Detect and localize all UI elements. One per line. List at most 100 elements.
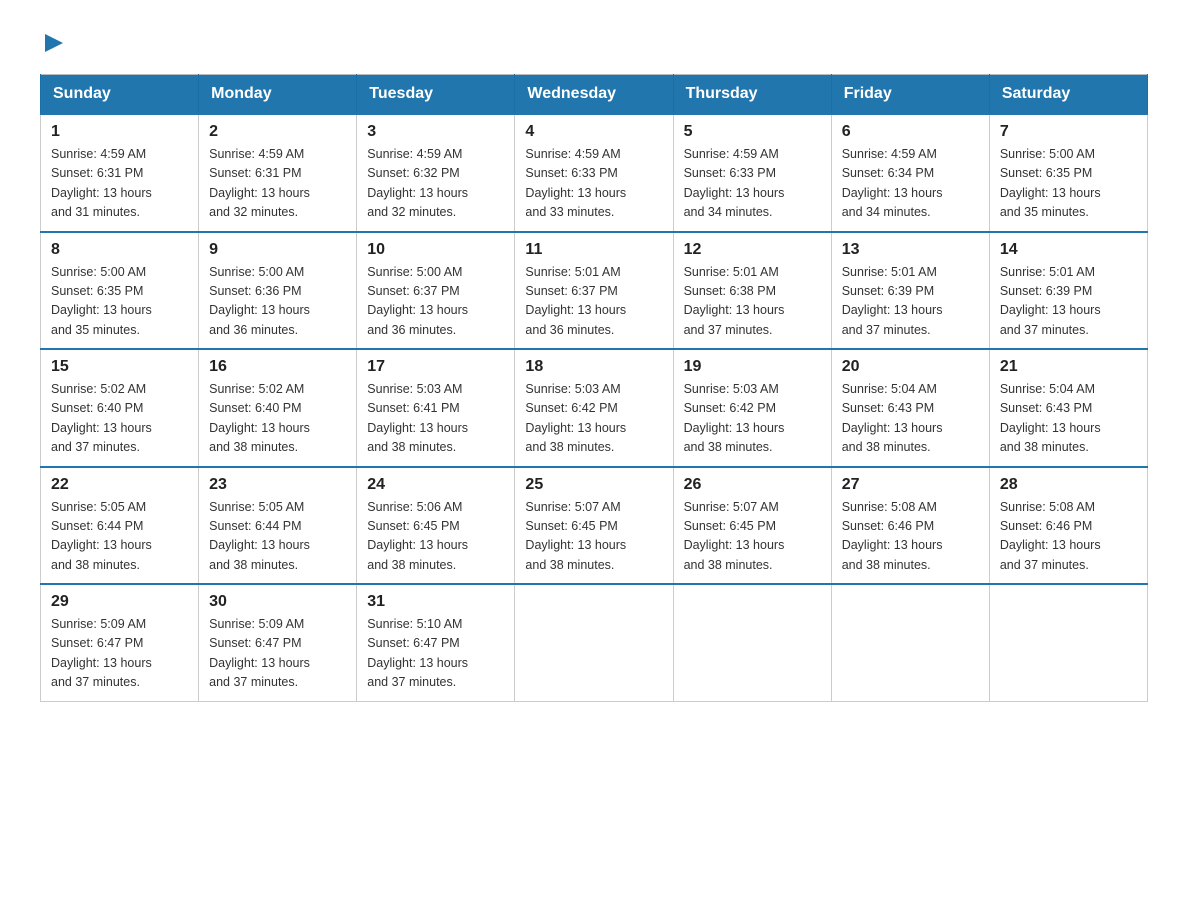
day-number: 22 [51,476,188,494]
day-number: 3 [367,123,504,141]
day-number: 6 [842,123,979,141]
calendar-week-row: 22 Sunrise: 5:05 AMSunset: 6:44 PMDaylig… [41,467,1148,585]
calendar-cell: 22 Sunrise: 5:05 AMSunset: 6:44 PMDaylig… [41,467,199,585]
calendar-header-thursday: Thursday [673,75,831,115]
calendar-cell: 6 Sunrise: 4:59 AMSunset: 6:34 PMDayligh… [831,114,989,232]
day-info: Sunrise: 5:02 AMSunset: 6:40 PMDaylight:… [209,382,310,454]
calendar-cell: 26 Sunrise: 5:07 AMSunset: 6:45 PMDaylig… [673,467,831,585]
day-number: 10 [367,241,504,259]
calendar-cell: 31 Sunrise: 5:10 AMSunset: 6:47 PMDaylig… [357,584,515,701]
day-number: 1 [51,123,188,141]
calendar-cell: 16 Sunrise: 5:02 AMSunset: 6:40 PMDaylig… [199,349,357,467]
calendar-header-monday: Monday [199,75,357,115]
day-number: 13 [842,241,979,259]
day-info: Sunrise: 5:05 AMSunset: 6:44 PMDaylight:… [209,500,310,572]
page-header [40,30,1148,54]
day-number: 7 [1000,123,1137,141]
calendar-week-row: 29 Sunrise: 5:09 AMSunset: 6:47 PMDaylig… [41,584,1148,701]
calendar-week-row: 8 Sunrise: 5:00 AMSunset: 6:35 PMDayligh… [41,232,1148,350]
day-info: Sunrise: 5:00 AMSunset: 6:35 PMDaylight:… [51,265,152,337]
calendar-cell: 4 Sunrise: 4:59 AMSunset: 6:33 PMDayligh… [515,114,673,232]
day-number: 26 [684,476,821,494]
day-number: 14 [1000,241,1137,259]
calendar-cell: 27 Sunrise: 5:08 AMSunset: 6:46 PMDaylig… [831,467,989,585]
day-number: 29 [51,593,188,611]
day-info: Sunrise: 5:00 AMSunset: 6:35 PMDaylight:… [1000,147,1101,219]
calendar-week-row: 1 Sunrise: 4:59 AMSunset: 6:31 PMDayligh… [41,114,1148,232]
logo [40,30,65,54]
day-number: 18 [525,358,662,376]
day-info: Sunrise: 4:59 AMSunset: 6:31 PMDaylight:… [51,147,152,219]
calendar-cell: 2 Sunrise: 4:59 AMSunset: 6:31 PMDayligh… [199,114,357,232]
calendar-cell: 7 Sunrise: 5:00 AMSunset: 6:35 PMDayligh… [989,114,1147,232]
day-info: Sunrise: 5:05 AMSunset: 6:44 PMDaylight:… [51,500,152,572]
day-info: Sunrise: 5:07 AMSunset: 6:45 PMDaylight:… [684,500,785,572]
day-info: Sunrise: 5:06 AMSunset: 6:45 PMDaylight:… [367,500,468,572]
calendar-header-wednesday: Wednesday [515,75,673,115]
calendar-cell: 15 Sunrise: 5:02 AMSunset: 6:40 PMDaylig… [41,349,199,467]
day-info: Sunrise: 5:03 AMSunset: 6:41 PMDaylight:… [367,382,468,454]
day-info: Sunrise: 5:01 AMSunset: 6:39 PMDaylight:… [1000,265,1101,337]
day-number: 4 [525,123,662,141]
day-info: Sunrise: 5:04 AMSunset: 6:43 PMDaylight:… [1000,382,1101,454]
day-number: 5 [684,123,821,141]
day-info: Sunrise: 5:03 AMSunset: 6:42 PMDaylight:… [684,382,785,454]
day-number: 24 [367,476,504,494]
calendar-cell: 23 Sunrise: 5:05 AMSunset: 6:44 PMDaylig… [199,467,357,585]
day-number: 17 [367,358,504,376]
day-info: Sunrise: 5:04 AMSunset: 6:43 PMDaylight:… [842,382,943,454]
calendar-cell [989,584,1147,701]
calendar-cell [831,584,989,701]
calendar-cell: 13 Sunrise: 5:01 AMSunset: 6:39 PMDaylig… [831,232,989,350]
day-info: Sunrise: 4:59 AMSunset: 6:34 PMDaylight:… [842,147,943,219]
day-info: Sunrise: 5:01 AMSunset: 6:37 PMDaylight:… [525,265,626,337]
calendar-cell: 1 Sunrise: 4:59 AMSunset: 6:31 PMDayligh… [41,114,199,232]
day-number: 21 [1000,358,1137,376]
logo-arrow-icon [43,32,65,54]
day-info: Sunrise: 5:01 AMSunset: 6:39 PMDaylight:… [842,265,943,337]
calendar-cell: 28 Sunrise: 5:08 AMSunset: 6:46 PMDaylig… [989,467,1147,585]
calendar-cell: 24 Sunrise: 5:06 AMSunset: 6:45 PMDaylig… [357,467,515,585]
day-info: Sunrise: 5:00 AMSunset: 6:37 PMDaylight:… [367,265,468,337]
day-number: 27 [842,476,979,494]
calendar-cell: 14 Sunrise: 5:01 AMSunset: 6:39 PMDaylig… [989,232,1147,350]
calendar-cell: 29 Sunrise: 5:09 AMSunset: 6:47 PMDaylig… [41,584,199,701]
day-number: 23 [209,476,346,494]
calendar-cell: 25 Sunrise: 5:07 AMSunset: 6:45 PMDaylig… [515,467,673,585]
day-number: 8 [51,241,188,259]
day-info: Sunrise: 5:01 AMSunset: 6:38 PMDaylight:… [684,265,785,337]
calendar-cell: 5 Sunrise: 4:59 AMSunset: 6:33 PMDayligh… [673,114,831,232]
day-info: Sunrise: 5:02 AMSunset: 6:40 PMDaylight:… [51,382,152,454]
calendar-cell [673,584,831,701]
day-number: 30 [209,593,346,611]
day-info: Sunrise: 5:08 AMSunset: 6:46 PMDaylight:… [1000,500,1101,572]
day-info: Sunrise: 5:10 AMSunset: 6:47 PMDaylight:… [367,617,468,689]
day-info: Sunrise: 4:59 AMSunset: 6:33 PMDaylight:… [684,147,785,219]
day-info: Sunrise: 5:08 AMSunset: 6:46 PMDaylight:… [842,500,943,572]
calendar-header-sunday: Sunday [41,75,199,115]
day-number: 16 [209,358,346,376]
day-info: Sunrise: 5:09 AMSunset: 6:47 PMDaylight:… [51,617,152,689]
calendar-cell: 18 Sunrise: 5:03 AMSunset: 6:42 PMDaylig… [515,349,673,467]
day-info: Sunrise: 4:59 AMSunset: 6:31 PMDaylight:… [209,147,310,219]
calendar-cell: 11 Sunrise: 5:01 AMSunset: 6:37 PMDaylig… [515,232,673,350]
calendar-cell: 12 Sunrise: 5:01 AMSunset: 6:38 PMDaylig… [673,232,831,350]
calendar-cell: 17 Sunrise: 5:03 AMSunset: 6:41 PMDaylig… [357,349,515,467]
day-info: Sunrise: 5:09 AMSunset: 6:47 PMDaylight:… [209,617,310,689]
calendar-cell: 10 Sunrise: 5:00 AMSunset: 6:37 PMDaylig… [357,232,515,350]
day-number: 2 [209,123,346,141]
calendar-cell: 8 Sunrise: 5:00 AMSunset: 6:35 PMDayligh… [41,232,199,350]
calendar-cell: 30 Sunrise: 5:09 AMSunset: 6:47 PMDaylig… [199,584,357,701]
day-info: Sunrise: 5:07 AMSunset: 6:45 PMDaylight:… [525,500,626,572]
day-number: 28 [1000,476,1137,494]
calendar-week-row: 15 Sunrise: 5:02 AMSunset: 6:40 PMDaylig… [41,349,1148,467]
calendar-header-saturday: Saturday [989,75,1147,115]
day-number: 9 [209,241,346,259]
calendar-header-row: SundayMondayTuesdayWednesdayThursdayFrid… [41,75,1148,115]
day-info: Sunrise: 4:59 AMSunset: 6:33 PMDaylight:… [525,147,626,219]
calendar-cell: 19 Sunrise: 5:03 AMSunset: 6:42 PMDaylig… [673,349,831,467]
day-number: 25 [525,476,662,494]
calendar-table: SundayMondayTuesdayWednesdayThursdayFrid… [40,74,1148,702]
calendar-cell [515,584,673,701]
day-info: Sunrise: 5:03 AMSunset: 6:42 PMDaylight:… [525,382,626,454]
